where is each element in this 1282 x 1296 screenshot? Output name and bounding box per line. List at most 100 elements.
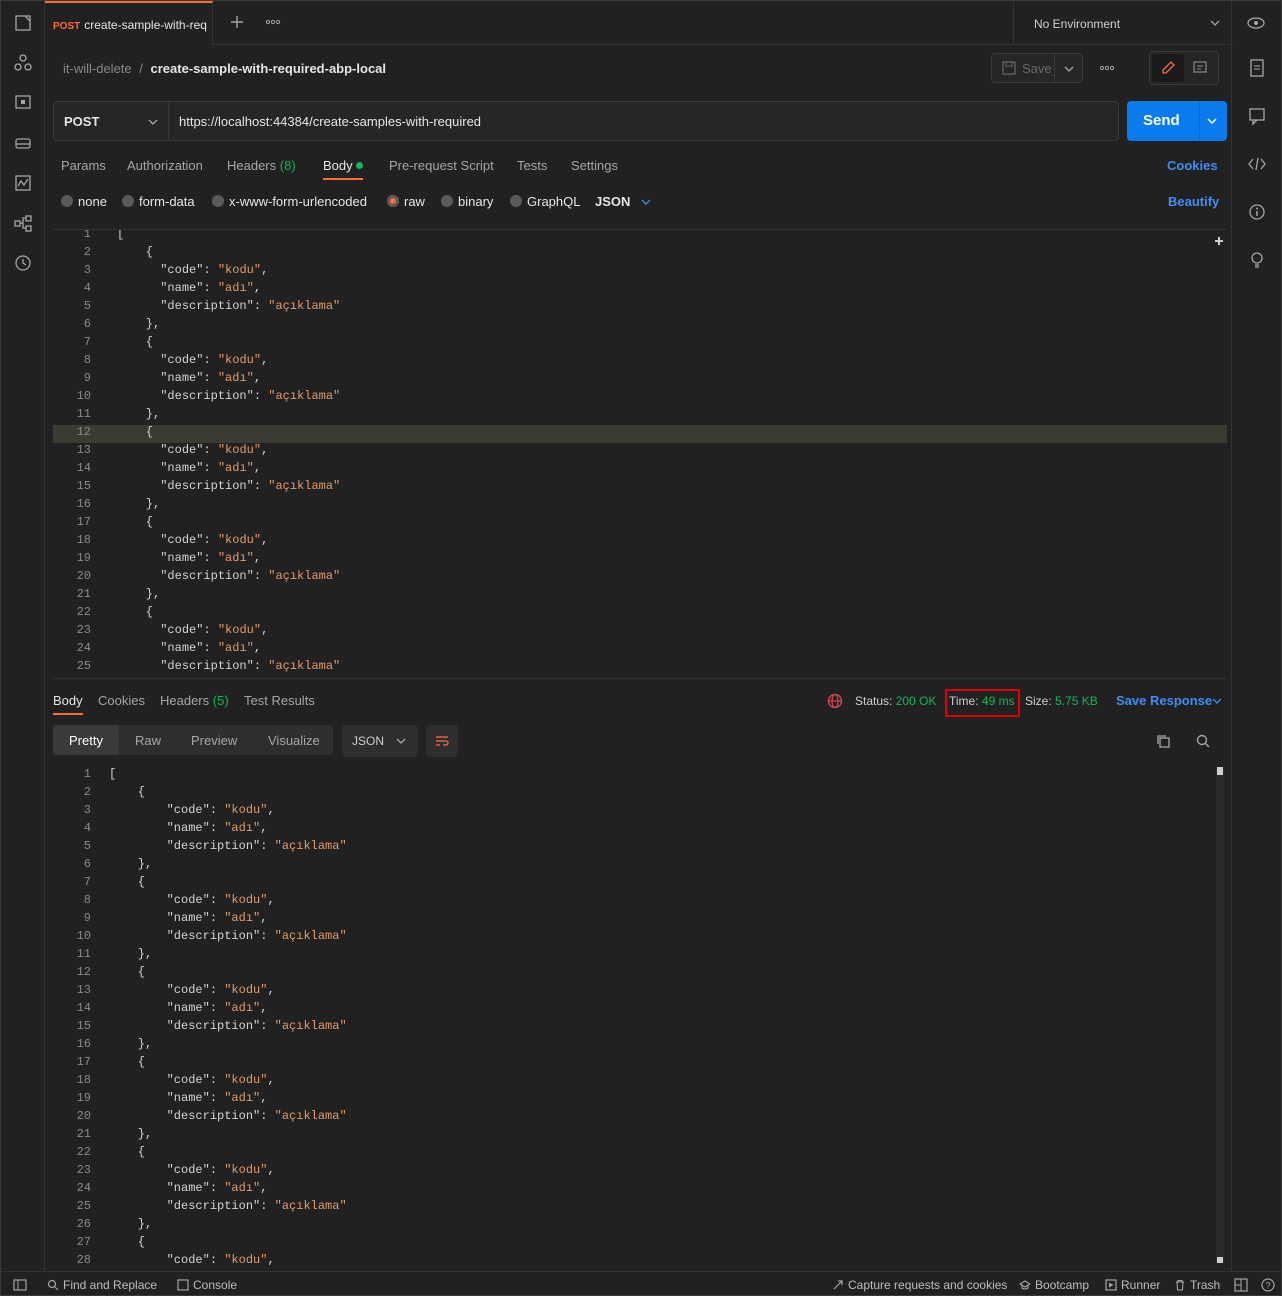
breadcrumb-separator: / <box>139 61 143 76</box>
send-button[interactable]: Send <box>1127 101 1227 141</box>
body-format-label: JSON <box>595 194 631 209</box>
url-input[interactable]: https://localhost:44384/create-samples-w… <box>169 101 1119 141</box>
tab-tests[interactable]: Tests <box>517 158 547 173</box>
view-preview[interactable]: Preview <box>191 733 237 748</box>
collections-icon[interactable] <box>13 13 33 33</box>
radio-binary[interactable]: binary <box>441 194 493 209</box>
code-text: [ <box>117 229 125 241</box>
comment-mode-icon[interactable] <box>1192 60 1208 76</box>
res-tab-body[interactable]: Body <box>53 693 83 708</box>
code-text: { <box>117 605 154 619</box>
capture-button[interactable]: Capture requests and cookies <box>832 1278 1007 1292</box>
code-text: }, <box>117 407 161 421</box>
tab-method: POST <box>53 21 81 32</box>
res-tab-headers[interactable]: Headers (5) <box>160 693 229 708</box>
method-select[interactable]: POST <box>53 101 169 141</box>
code-line: 17 { <box>53 1055 1227 1073</box>
response-format-select[interactable]: JSON <box>342 725 418 757</box>
beautify-link[interactable]: Beautify <box>1168 194 1219 209</box>
response-scrollbar[interactable] <box>1216 767 1224 1263</box>
send-divider <box>1199 101 1200 141</box>
chevron-down-icon[interactable] <box>641 198 651 206</box>
tab-params[interactable]: Params <box>61 158 106 173</box>
cookies-link[interactable]: Cookies <box>1167 158 1218 173</box>
line-number: 1 <box>83 767 91 781</box>
documentation-icon[interactable] <box>1247 58 1267 78</box>
code-line: 24 "name": "adı", <box>53 641 1227 659</box>
search-icon[interactable] <box>1195 733 1211 749</box>
save-button[interactable]: Save <box>991 53 1083 83</box>
scroll-handle-icon[interactable] <box>1213 235 1225 247</box>
sidebar-toggle-icon[interactable] <box>13 1278 27 1292</box>
more-options-icon[interactable] <box>1099 63 1115 73</box>
console-button[interactable]: Console <box>177 1278 237 1292</box>
res-headers-label: Headers <box>160 693 210 708</box>
code-text: "description": "açıklama" <box>166 1199 347 1213</box>
code-text: }, <box>117 497 161 511</box>
tab-headers[interactable]: Headers (8) <box>227 158 296 173</box>
view-visualize[interactable]: Visualize <box>268 733 320 748</box>
chevron-down-icon[interactable] <box>1207 117 1217 125</box>
lightbulb-icon[interactable] <box>1247 250 1267 270</box>
scrollbar-thumb-top <box>1217 767 1223 775</box>
line-number: 22 <box>76 1145 91 1159</box>
runner-button[interactable]: Runner <box>1105 1278 1160 1292</box>
code-text: }, <box>109 947 153 961</box>
tab-pre-request-script[interactable]: Pre-request Script <box>389 158 494 173</box>
layout-icon[interactable] <box>1234 1278 1248 1292</box>
view-raw[interactable]: Raw <box>135 733 161 748</box>
code-icon[interactable] <box>1247 154 1267 174</box>
environments-icon[interactable] <box>13 93 33 113</box>
line-number: 27 <box>76 1235 91 1249</box>
new-tab-icon[interactable] <box>229 14 245 30</box>
res-tab-test-results[interactable]: Test Results <box>244 693 315 708</box>
tab-options-icon[interactable] <box>265 17 281 27</box>
monitors-icon[interactable] <box>13 173 33 193</box>
runner-label: Runner <box>1121 1278 1161 1292</box>
save-response-button[interactable]: Save Response <box>1116 693 1212 708</box>
code-line: 19 "name": "adı", <box>53 551 1227 569</box>
flows-icon[interactable] <box>13 213 33 233</box>
trash-button[interactable]: Trash <box>1174 1278 1220 1292</box>
radio-graphql[interactable]: GraphQL <box>510 194 580 209</box>
breadcrumb-current[interactable]: create-sample-with-required-abp-local <box>151 61 387 76</box>
find-replace-button[interactable]: Find and Replace <box>47 1278 157 1292</box>
globe-icon[interactable] <box>827 693 843 709</box>
tab-settings[interactable]: Settings <box>571 158 618 173</box>
radio-form-data[interactable]: form-data <box>122 194 195 209</box>
code-line: 25 "description": "açıklama" <box>53 659 1227 677</box>
bootcamp-button[interactable]: Bootcamp <box>1019 1278 1089 1292</box>
body-format-select[interactable]: JSON <box>595 194 630 209</box>
radio-raw[interactable]: raw <box>387 194 425 209</box>
request-body-editor[interactable]: 1[2 {3 "code": "kodu", 4 "name": "adı", 5 … <box>53 229 1227 679</box>
view-pretty[interactable]: Pretty <box>69 733 103 748</box>
code-text: { <box>109 785 146 799</box>
breadcrumb-parent[interactable]: it-will-delete <box>63 61 132 76</box>
environment-selector[interactable]: No Environment <box>1013 1 1233 45</box>
eye-icon[interactable] <box>1246 13 1266 33</box>
comments-icon[interactable] <box>1247 106 1267 126</box>
apis-icon[interactable] <box>13 53 33 73</box>
chevron-down-icon[interactable] <box>1212 697 1222 705</box>
code-text: { <box>109 965 146 979</box>
tab-authorization[interactable]: Authorization <box>127 158 203 173</box>
radio-urlencoded[interactable]: x-www-form-urlencoded <box>212 194 367 209</box>
bootcamp-icon <box>1019 1279 1031 1291</box>
radio-none[interactable]: none <box>61 194 107 209</box>
chevron-down-icon[interactable] <box>1064 65 1074 73</box>
tab-body[interactable]: Body <box>323 158 364 173</box>
copy-icon[interactable] <box>1155 733 1171 749</box>
help-icon[interactable]: ? <box>1261 1278 1275 1292</box>
code-text: }, <box>109 857 153 871</box>
radio-none-label: none <box>78 194 107 209</box>
response-body-viewer[interactable]: 1[2 {3 "code": "kodu", 4 "name": "adı", 5 … <box>53 765 1227 1265</box>
tab-create-sample[interactable]: POST create-sample-with-req <box>45 1 213 45</box>
info-icon[interactable] <box>1247 202 1267 222</box>
mock-servers-icon[interactable] <box>13 133 33 153</box>
runner-icon <box>1105 1279 1117 1291</box>
wrap-lines-button[interactable] <box>426 725 458 757</box>
find-replace-label: Find and Replace <box>63 1278 158 1292</box>
res-tab-cookies[interactable]: Cookies <box>98 693 145 708</box>
history-icon[interactable] <box>13 253 33 273</box>
view-mode-bar: Pretty Raw Preview Visualize <box>53 725 333 755</box>
